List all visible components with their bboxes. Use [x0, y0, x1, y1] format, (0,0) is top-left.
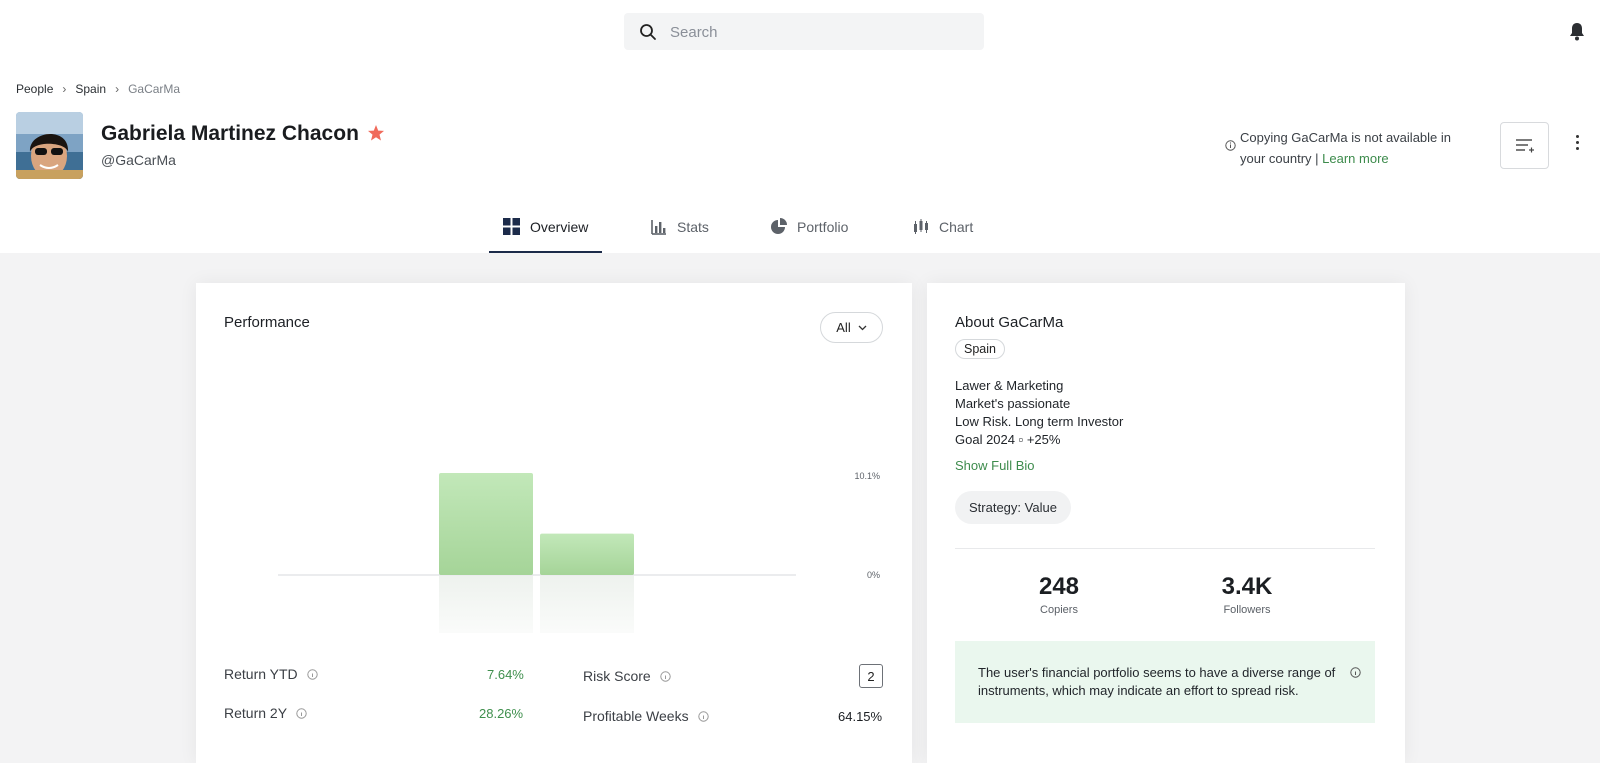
bar-chart-icon [651, 219, 666, 235]
learn-more-link[interactable]: Learn more [1322, 151, 1388, 166]
risk-score-row: Risk Score [583, 668, 671, 684]
info-icon[interactable] [296, 707, 307, 719]
y-tick-label: 10.1% [854, 471, 880, 481]
performance-title: Performance [224, 314, 310, 331]
tab-chart[interactable]: Chart [913, 200, 973, 253]
avatar [16, 112, 83, 179]
info-icon[interactable] [697, 710, 709, 722]
grid-icon [503, 218, 520, 235]
return-ytd-label: Return YTD [224, 666, 298, 682]
risk-score-label: Risk Score [583, 668, 651, 684]
bell-icon[interactable] [1566, 20, 1588, 42]
profile-handle: @GaCarMa [101, 152, 176, 168]
info-icon[interactable] [306, 668, 318, 680]
period-value: All [836, 320, 851, 335]
profitable-weeks-value: 64.15% [838, 709, 883, 724]
breadcrumb: People › Spain › GaCarMa [16, 82, 180, 96]
divider [955, 548, 1375, 549]
followers-metric: 3.4K Followers [1197, 573, 1297, 616]
search-bar[interactable] [624, 13, 984, 52]
about-title: About GaCarMa [955, 314, 1064, 331]
performance-chart: 10.1%0%-10.1% 20232024 [278, 471, 880, 633]
portfolio-insight: The user's financial portfolio seems to … [955, 641, 1375, 723]
pie-chart-icon [771, 218, 787, 234]
avatar-photo [16, 112, 83, 179]
breadcrumb-people[interactable]: People [16, 82, 53, 96]
performance-card: Performance All 10.1%0%-10.1% 20232024 R… [196, 283, 912, 763]
return-2y-row: Return 2Y [224, 705, 307, 721]
return-2y-label: Return 2Y [224, 705, 288, 721]
followers-label: Followers [1223, 604, 1271, 616]
search-icon [640, 24, 656, 40]
info-icon[interactable] [1350, 667, 1361, 678]
strategy-tag[interactable]: Strategy: Value [955, 491, 1071, 524]
period-dropdown[interactable]: All [820, 312, 883, 343]
star-icon[interactable] [367, 124, 385, 142]
breadcrumb-spain[interactable]: Spain [75, 82, 106, 96]
risk-score-value: 2 [859, 664, 883, 688]
chevron-right-icon: › [115, 82, 120, 96]
profile-name: Gabriela Martinez Chacon [101, 122, 359, 145]
search-input[interactable] [668, 13, 972, 52]
bio-text: Lawer & Marketing Market's passionate Lo… [955, 377, 1123, 449]
copy-availability-note: Copying GaCarMa is not available in your… [1225, 127, 1470, 169]
copiers-label: Copiers [1040, 604, 1078, 616]
tab-label: Stats [677, 218, 709, 235]
country-tag: Spain [955, 339, 1005, 359]
chart-bar-2023[interactable] [439, 473, 533, 575]
more-options-icon[interactable] [1574, 135, 1580, 153]
copiers-metric: 248 Copiers [1009, 573, 1109, 616]
return-ytd-value: 7.64% [487, 667, 524, 682]
info-icon[interactable] [659, 670, 671, 682]
y-tick-label: 0% [867, 570, 880, 580]
info-icon [1225, 140, 1236, 151]
profitable-weeks-row: Profitable Weeks [583, 708, 709, 724]
bar-reflection [439, 576, 533, 633]
profitable-weeks-label: Profitable Weeks [583, 708, 689, 724]
bio-line: Market's passionate [955, 396, 1071, 411]
tab-bar: Overview Stats Portfolio Chart [0, 200, 1600, 253]
breadcrumb-current: GaCarMa [128, 82, 181, 96]
watchlist-button[interactable] [1500, 122, 1549, 169]
tab-portfolio[interactable]: Portfolio [770, 200, 848, 253]
tab-label: Chart [939, 218, 974, 235]
tab-label: Overview [530, 218, 589, 235]
watchlist-icon [1516, 139, 1534, 153]
bio-line: Low Risk. Long term Investor [955, 414, 1124, 429]
show-full-bio-link[interactable]: Show Full Bio [955, 458, 1034, 473]
chevron-right-icon: › [62, 82, 67, 96]
return-2y-value: 28.26% [479, 706, 524, 721]
bio-line: Goal 2024 ▫ +25% [955, 432, 1061, 447]
tab-label: Portfolio [797, 218, 849, 235]
candlestick-icon [914, 218, 928, 234]
insight-text: The user's financial portfolio seems to … [978, 665, 1336, 698]
about-card: About GaCarMa Spain Lawer & Marketing Ma… [927, 283, 1405, 763]
bio-line: Lawer & Marketing [955, 378, 1064, 393]
chevron-down-icon [858, 325, 867, 330]
tab-overview[interactable]: Overview [488, 200, 603, 253]
return-ytd-row: Return YTD [224, 666, 318, 682]
copiers-count: 248 [1038, 573, 1080, 600]
chart-bar-2024[interactable] [540, 533, 634, 575]
bar-reflection [540, 576, 634, 633]
followers-count: 3.4K [1221, 573, 1273, 600]
tab-stats[interactable]: Stats [651, 200, 709, 253]
